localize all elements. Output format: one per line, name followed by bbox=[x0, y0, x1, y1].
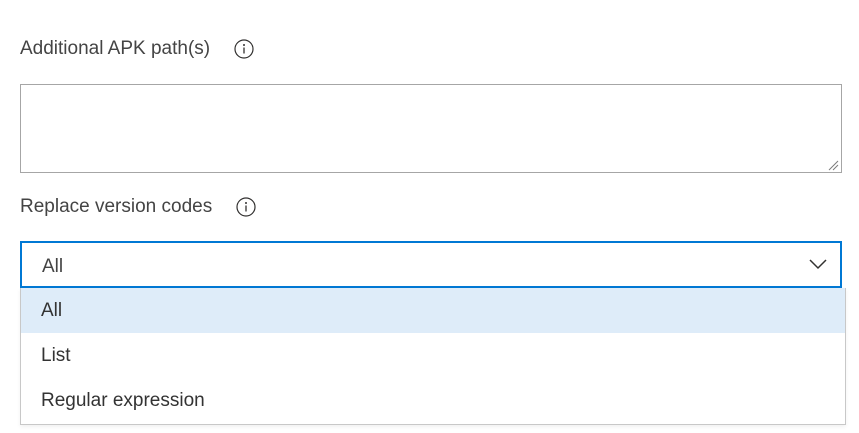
version-codes-dropdown-list: All List Regular expression bbox=[20, 288, 846, 425]
info-icon[interactable] bbox=[234, 39, 254, 59]
info-icon[interactable] bbox=[236, 197, 256, 217]
dropdown-option-list[interactable]: List bbox=[21, 333, 845, 378]
chevron-down-icon bbox=[808, 257, 828, 271]
version-codes-label: Replace version codes bbox=[20, 196, 213, 217]
version-codes-selected-value: All bbox=[42, 256, 64, 277]
apk-paths-label-row: Additional APK path(s) bbox=[20, 36, 254, 62]
dropdown-option-regular-expression[interactable]: Regular expression bbox=[21, 378, 845, 423]
apk-paths-textarea-container bbox=[20, 84, 842, 173]
version-codes-select[interactable]: All bbox=[20, 241, 842, 288]
resize-grip-icon[interactable] bbox=[827, 158, 839, 171]
apk-paths-label: Additional APK path(s) bbox=[20, 38, 211, 59]
version-codes-label-row: Replace version codes bbox=[20, 194, 256, 220]
dropdown-option-all[interactable]: All bbox=[21, 288, 845, 333]
apk-paths-textarea[interactable] bbox=[21, 85, 841, 172]
